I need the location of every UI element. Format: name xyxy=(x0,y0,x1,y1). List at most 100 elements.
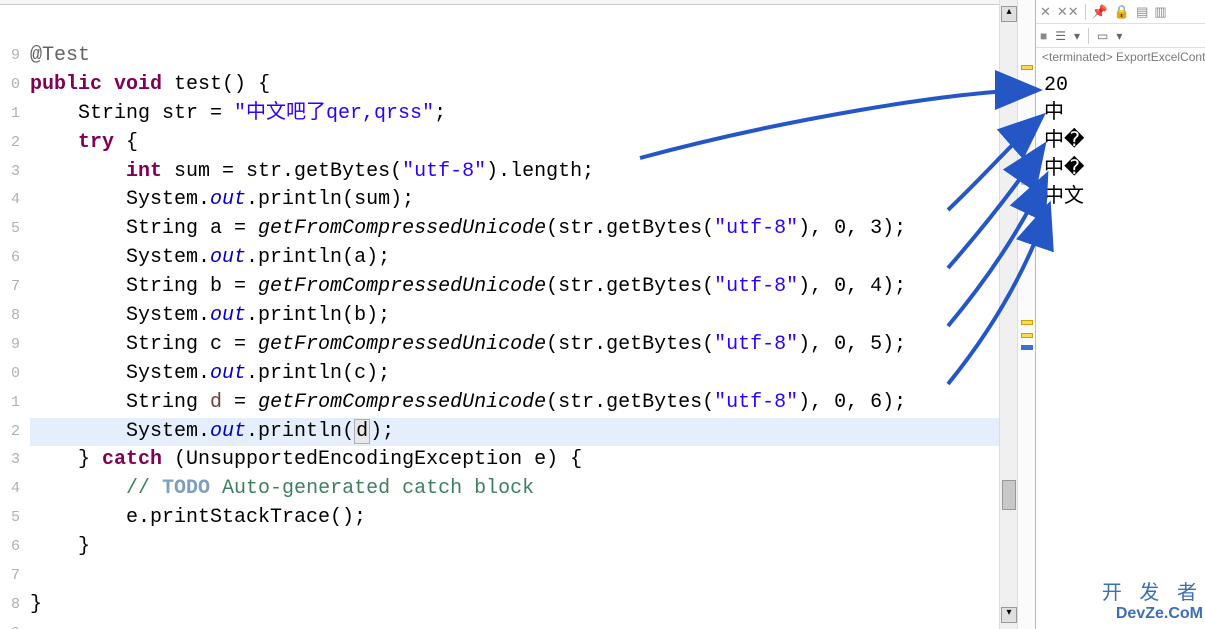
terminate-icon[interactable]: ■ xyxy=(1040,29,1047,43)
code-line-current[interactable]: System.out.println(d); xyxy=(30,418,999,447)
keyword: try xyxy=(78,131,114,154)
txt: .println( xyxy=(246,420,354,443)
console-line: 中� xyxy=(1044,156,1205,184)
console-output[interactable]: 20 中 中� 中� 中文 xyxy=(1036,66,1205,212)
txt: ).length; xyxy=(486,160,594,183)
overview-marker[interactable] xyxy=(1021,333,1033,338)
overview-marker[interactable] xyxy=(1021,195,1033,200)
remove-all-launches-icon[interactable]: ✕✕ xyxy=(1057,4,1079,20)
code-line[interactable]: } xyxy=(30,591,999,620)
line-number: 7 xyxy=(0,562,22,591)
keyword: void xyxy=(114,73,162,96)
todo-tag: TODO xyxy=(162,477,210,500)
line-gutter: 9 0 1 2 3 4 5 6 7 8 9 0 1 2 3 4 5 6 7 8 … xyxy=(0,0,22,629)
string-literal: "utf-8" xyxy=(714,333,798,356)
txt: System. xyxy=(126,362,210,385)
code-line[interactable]: System.out.println(sum); xyxy=(30,186,999,215)
open-console-icon[interactable]: ▭ xyxy=(1097,29,1108,43)
vertical-scrollbar[interactable]: ▴ ▾ xyxy=(999,0,1017,629)
method-call: getFromCompressedUnicode xyxy=(258,391,546,414)
code-line[interactable]: String str = "中文吧了qer,qrss"; xyxy=(30,100,999,129)
txt: ; xyxy=(434,102,446,125)
txt: ); xyxy=(370,420,394,443)
txt: (str.getBytes( xyxy=(546,217,714,240)
txt: System. xyxy=(126,246,210,269)
line-number: 8 xyxy=(0,302,22,331)
txt: ), 0, 4); xyxy=(798,275,906,298)
static-field: out xyxy=(210,246,246,269)
display-selected-icon[interactable]: 🔒 xyxy=(1114,4,1130,20)
line-number: 7 xyxy=(0,273,22,302)
line-number: 1 xyxy=(0,389,22,418)
txt: (str.getBytes( xyxy=(546,333,714,356)
code-line[interactable]: @Test xyxy=(30,42,999,71)
line-number: 9 xyxy=(0,42,22,71)
comment: // TODO Auto-generated catch block xyxy=(126,477,534,500)
code-line[interactable]: System.out.println(b); xyxy=(30,302,999,331)
txt: } xyxy=(30,448,102,471)
txt: } xyxy=(30,535,90,558)
txt: ), 0, 3); xyxy=(798,217,906,240)
show-console-icon[interactable]: ▥ xyxy=(1154,4,1166,20)
code-line[interactable] xyxy=(30,562,999,591)
code-line[interactable]: String c = getFromCompressedUnicode(str.… xyxy=(30,331,999,360)
line-number: 1 xyxy=(0,100,22,129)
code-line[interactable]: } catch (UnsupportedEncodingException e)… xyxy=(30,446,999,475)
line-number: 6 xyxy=(0,533,22,562)
overview-marker[interactable] xyxy=(1021,320,1033,325)
line-number: 3 xyxy=(0,446,22,475)
line-number: 4 xyxy=(0,475,22,504)
code-line[interactable]: String d = getFromCompressedUnicode(str.… xyxy=(30,389,999,418)
remove-launch-icon[interactable]: ✕ xyxy=(1040,4,1051,20)
txt: (UnsupportedEncodingException e) { xyxy=(162,448,582,471)
editor-top xyxy=(0,0,1035,5)
console-toolbar-2: ■ ☰ ▾ ▭ ▾ xyxy=(1036,24,1205,48)
txt: String str = xyxy=(30,102,234,125)
overview-marker[interactable] xyxy=(1021,65,1033,70)
annotation: @Test xyxy=(30,44,90,67)
code-line[interactable]: String b = getFromCompressedUnicode(str.… xyxy=(30,273,999,302)
code-line[interactable]: } xyxy=(30,533,999,562)
dropdown-icon[interactable]: ▾ xyxy=(1074,29,1080,43)
occurrence-highlight: d xyxy=(354,419,370,444)
local-var: d xyxy=(210,391,222,414)
txt: } xyxy=(30,593,42,616)
code-editor[interactable]: 9 0 1 2 3 4 5 6 7 8 9 0 1 2 3 4 5 6 7 8 … xyxy=(0,0,1035,629)
static-field: out xyxy=(210,188,246,211)
txt: .println(c); xyxy=(246,362,390,385)
code-line[interactable]: try { xyxy=(30,129,999,158)
console-line: 20 xyxy=(1044,72,1205,100)
txt: Auto-generated catch block xyxy=(210,477,534,500)
txt: String b = xyxy=(30,275,258,298)
code-area[interactable]: @Test public void test() { String str = … xyxy=(22,0,999,629)
line-number: 2 xyxy=(0,129,22,158)
txt: System. xyxy=(126,188,210,211)
separator xyxy=(1088,28,1089,44)
code-line[interactable]: e.printStackTrace(); xyxy=(30,504,999,533)
dropdown-icon[interactable]: ▾ xyxy=(1116,29,1122,43)
code-line[interactable]: System.out.println(a); xyxy=(30,244,999,273)
string-literal: "utf-8" xyxy=(402,160,486,183)
console-panel: ✕ ✕✕ 📌 🔒 ▤ ▥ ■ ☰ ▾ ▭ ▾ <terminated> Expo… xyxy=(1035,0,1205,629)
line-number: 5 xyxy=(0,215,22,244)
string-literal: "utf-8" xyxy=(714,275,798,298)
watermark-top: 开 发 者 xyxy=(1102,576,1203,605)
scroll-lock-icon[interactable]: ▤ xyxy=(1136,4,1148,20)
code-line[interactable]: System.out.println(c); xyxy=(30,360,999,389)
separator xyxy=(1085,4,1086,20)
overview-ruler[interactable] xyxy=(1017,0,1035,629)
console-line: 中 xyxy=(1044,100,1205,128)
pin-console-icon[interactable]: 📌 xyxy=(1092,4,1108,20)
overview-marker[interactable] xyxy=(1021,180,1033,185)
scroll-down-icon[interactable]: ▾ xyxy=(1001,607,1017,623)
code-line[interactable]: public void test() { xyxy=(30,71,999,100)
app-root: 9 0 1 2 3 4 5 6 7 8 9 0 1 2 3 4 5 6 7 8 … xyxy=(0,0,1205,629)
console-switch-icon[interactable]: ☰ xyxy=(1055,29,1066,43)
code-line[interactable]: String a = getFromCompressedUnicode(str.… xyxy=(30,215,999,244)
code-line[interactable]: // TODO Auto-generated catch block xyxy=(30,475,999,504)
scroll-thumb[interactable] xyxy=(1002,480,1016,510)
overview-marker[interactable] xyxy=(1021,345,1033,350)
code-line[interactable]: int sum = str.getBytes("utf-8").length; xyxy=(30,158,999,187)
scroll-up-icon[interactable]: ▴ xyxy=(1001,6,1017,22)
txt: e.printStackTrace(); xyxy=(30,506,366,529)
